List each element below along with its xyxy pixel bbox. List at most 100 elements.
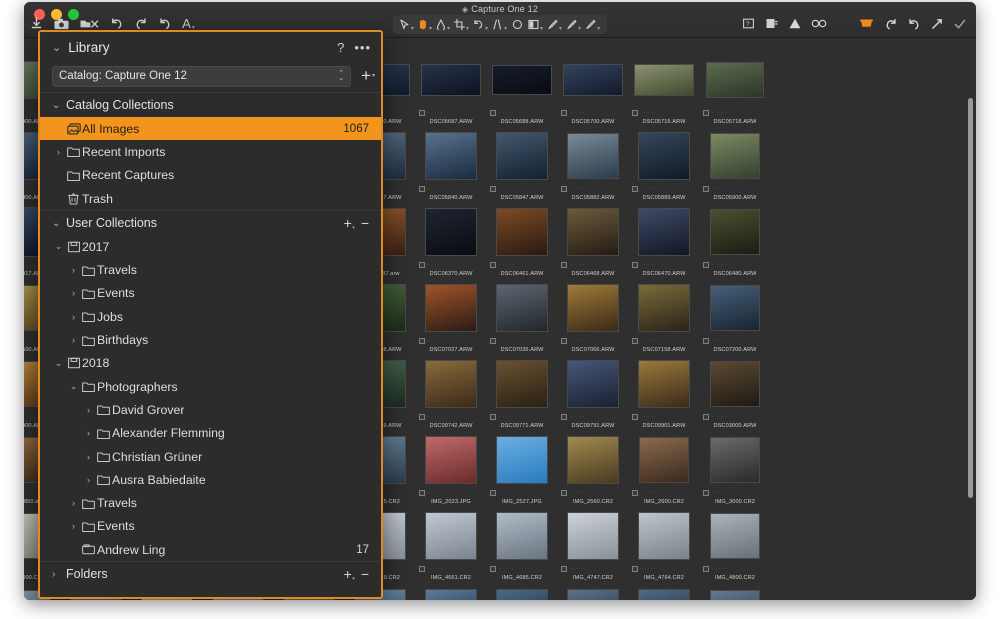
rating-star[interactable]: · <box>505 491 507 496</box>
rating-star[interactable]: · <box>509 491 511 496</box>
thumbnail-cell[interactable]: ····· DSC07066.ARW <box>560 282 626 353</box>
thumbnail-cell[interactable]: ····· DSC05889.ARW <box>631 130 697 201</box>
rating-star[interactable]: · <box>647 187 649 192</box>
select-checkbox[interactable] <box>703 110 709 116</box>
rating-star[interactable]: · <box>725 339 727 344</box>
rating-star[interactable]: · <box>573 567 575 572</box>
select-checkbox[interactable] <box>703 566 709 572</box>
section-header-user-collections[interactable]: ⌄ User Collections +▾ − <box>40 210 381 235</box>
rating-stars[interactable]: ····· <box>499 491 513 496</box>
thumbnail-cell[interactable]: ····· DSC06370.ARW <box>418 206 484 277</box>
section-header-folders[interactable]: › Folders +▾ − <box>40 561 381 586</box>
thumbnail-image[interactable] <box>496 360 548 408</box>
thumbnail-image-wrap[interactable] <box>560 130 626 182</box>
rating-stars[interactable]: ····· <box>499 187 513 192</box>
thumbnail-cell[interactable]: ····· DSC05700.ARW <box>560 54 626 125</box>
rating-star[interactable]: · <box>715 567 717 572</box>
rating-star[interactable]: · <box>502 567 504 572</box>
add-folder-icon[interactable]: +▾ <box>344 566 352 582</box>
erase-mask-tool-icon[interactable]: ▾ <box>566 17 581 32</box>
rating-star[interactable]: · <box>505 567 507 572</box>
rating-star[interactable]: · <box>570 339 572 344</box>
rating-star[interactable]: · <box>434 339 436 344</box>
crop-orange-icon[interactable] <box>859 16 874 31</box>
rating-star[interactable]: · <box>583 415 585 420</box>
rating-star[interactable]: · <box>718 111 720 116</box>
select-checkbox[interactable] <box>490 262 496 268</box>
thumbnail-cell[interactable]: ····· IMG_9400.cr2 <box>702 586 768 600</box>
thumbnail-image-wrap[interactable] <box>631 358 697 410</box>
rating-stars[interactable]: ····· <box>641 415 655 420</box>
rating-stars[interactable]: ····· <box>499 415 513 420</box>
select-checkbox[interactable] <box>632 110 638 116</box>
select-checkbox[interactable] <box>419 338 425 344</box>
rating-star[interactable]: · <box>641 111 643 116</box>
thumbnail-image-wrap[interactable] <box>489 586 555 600</box>
thumbnail-image-wrap[interactable] <box>489 434 555 486</box>
rating-star[interactable]: · <box>505 339 507 344</box>
thumbnail-image[interactable] <box>710 133 760 179</box>
thumbnail-image[interactable] <box>638 284 690 332</box>
chevron-down-icon[interactable]: ⌄ <box>52 218 66 229</box>
thumbnail-image[interactable] <box>425 360 477 408</box>
tree-item-david-grover[interactable]: › David Grover <box>40 398 381 421</box>
thumbnail-cell[interactable]: ····· DSC09901.ARW <box>631 358 697 429</box>
rotate-cw-icon[interactable] <box>907 16 920 31</box>
thumbnail-image[interactable] <box>710 361 760 407</box>
rating-star[interactable]: · <box>502 339 504 344</box>
rating-star[interactable]: · <box>580 187 582 192</box>
chevron-right-icon[interactable]: › <box>82 428 95 438</box>
thumbnail-cell[interactable]: ····· DSC07158.ARW <box>631 282 697 353</box>
rating-star[interactable]: · <box>654 187 656 192</box>
pan-tool-icon[interactable]: ▾ <box>418 17 432 32</box>
rating-star[interactable]: · <box>505 187 507 192</box>
rating-star[interactable]: · <box>715 263 717 268</box>
thumbnail-cell[interactable]: ★★★★★ IMG_9310.cr2 <box>560 586 626 600</box>
select-checkbox[interactable] <box>703 186 709 192</box>
rating-star[interactable]: · <box>431 187 433 192</box>
thumbnail-image-wrap[interactable] <box>418 586 484 600</box>
thumbnail-image[interactable] <box>567 133 619 179</box>
rating-star[interactable]: · <box>499 415 501 420</box>
select-checkbox[interactable] <box>561 414 567 420</box>
rating-star[interactable]: · <box>512 111 514 116</box>
rating-star[interactable]: · <box>580 111 582 116</box>
rating-star[interactable]: · <box>712 187 714 192</box>
rating-star[interactable]: · <box>573 263 575 268</box>
rating-star[interactable]: · <box>725 263 727 268</box>
rating-star[interactable]: · <box>570 491 572 496</box>
rating-star[interactable]: · <box>512 567 514 572</box>
thumbnail-cell[interactable]: ····· DSC06468.ARW <box>560 206 626 277</box>
select-checkbox[interactable] <box>632 490 638 496</box>
rotate-ccw-icon[interactable] <box>884 16 897 31</box>
rating-star[interactable]: · <box>441 339 443 344</box>
thumbnail-image[interactable] <box>710 513 760 559</box>
thumbnail-image[interactable] <box>639 437 689 483</box>
rating-stars[interactable]: ····· <box>641 187 655 192</box>
thumbnail-image-wrap[interactable] <box>560 510 626 562</box>
thumbnail-cell[interactable]: ····· IMG_2600.CR2 <box>631 434 697 505</box>
chevron-down-icon[interactable]: ⌄ <box>52 241 65 252</box>
rating-stars[interactable]: ····· <box>570 263 584 268</box>
rating-star[interactable]: · <box>505 111 507 116</box>
rating-star[interactable]: · <box>438 187 440 192</box>
rating-star[interactable]: · <box>441 491 443 496</box>
rating-stars[interactable]: ····· <box>499 263 513 268</box>
library-tree[interactable]: ⌄ Catalog Collections All Images 1067› R… <box>40 90 381 597</box>
rating-star[interactable]: · <box>573 111 575 116</box>
chevron-right-icon[interactable]: › <box>52 147 65 157</box>
rating-star[interactable]: · <box>499 491 501 496</box>
select-checkbox[interactable] <box>419 414 425 420</box>
tree-item-2017[interactable]: ⌄ 2017 <box>40 235 381 258</box>
rating-star[interactable]: · <box>722 263 724 268</box>
rating-star[interactable]: · <box>576 339 578 344</box>
export-icon[interactable] <box>765 16 778 31</box>
rating-star[interactable]: · <box>712 263 714 268</box>
select-checkbox[interactable] <box>632 566 638 572</box>
thumbnail-image[interactable] <box>706 62 764 98</box>
rating-star[interactable]: · <box>438 111 440 116</box>
thumbnail-image-wrap[interactable] <box>631 282 697 334</box>
thumbnail-image-wrap[interactable] <box>560 434 626 486</box>
rating-star[interactable]: · <box>441 187 443 192</box>
rating-star[interactable]: · <box>647 263 649 268</box>
